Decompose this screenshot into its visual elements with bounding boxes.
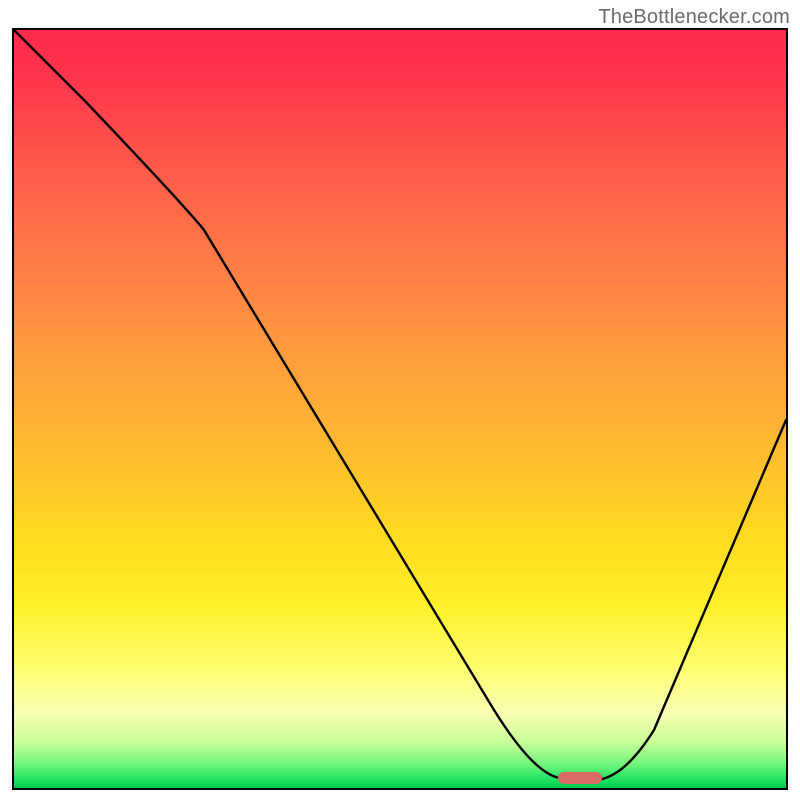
optimal-zone-marker [558, 772, 602, 784]
bottleneck-curve-path [14, 30, 786, 780]
chart-frame [12, 28, 788, 790]
watermark-text: TheBottlenecker.com [598, 6, 790, 29]
bottleneck-curve-svg [14, 30, 786, 788]
